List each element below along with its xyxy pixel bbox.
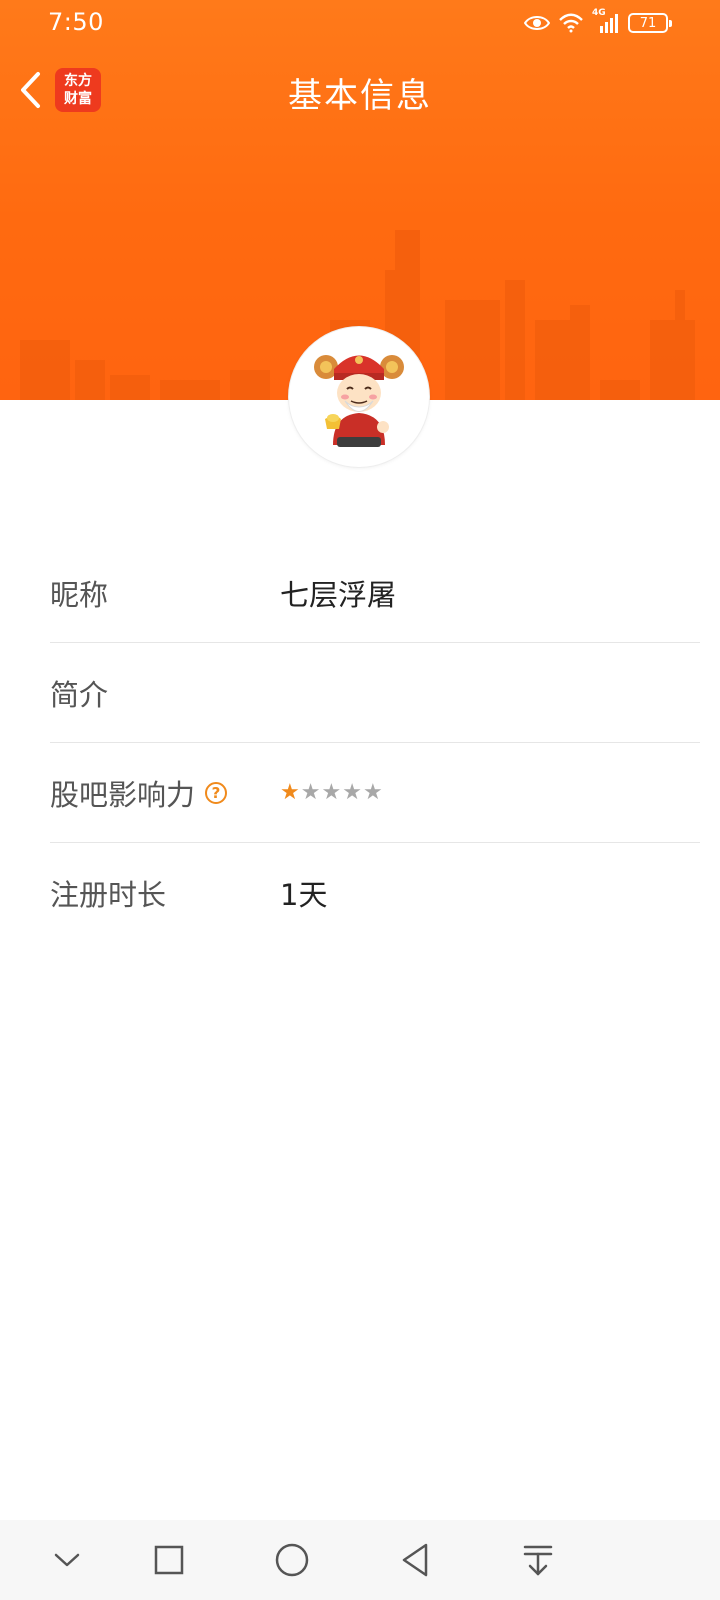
star-empty-icon: ★ — [300, 780, 322, 805]
info-row-intro[interactable]: 简介 — [50, 643, 700, 743]
info-row-nickname[interactable]: 昵称 七层浮屠 — [50, 543, 700, 643]
star-empty-icon: ★ — [321, 780, 343, 805]
collapse-nav-button[interactable] — [45, 1538, 89, 1582]
influence-stars: ★ ★ ★ ★ ★ — [280, 780, 384, 805]
triangle-back-icon — [402, 1543, 428, 1577]
influence-label-wrap: 股吧影响力 ? — [50, 772, 280, 814]
signal-icon: 4G — [592, 8, 620, 34]
nickname-value: 七层浮屠 — [280, 577, 397, 612]
eye-icon — [524, 16, 550, 30]
nickname-label: 昵称 — [50, 577, 109, 612]
back-nav-button[interactable] — [393, 1538, 437, 1582]
status-time: 7:50 — [48, 8, 104, 36]
status-bar: 7:50 4G 71 — [0, 0, 720, 46]
intro-label: 简介 — [50, 677, 109, 712]
star-empty-icon: ★ — [342, 780, 363, 805]
registration-value: 1天 — [280, 877, 328, 912]
notification-pull-button[interactable] — [516, 1538, 560, 1582]
status-icons: 4G 71 — [524, 8, 672, 36]
square-icon — [154, 1545, 184, 1575]
registration-label: 注册时长 — [50, 877, 167, 912]
info-list: 昵称 七层浮屠 简介 股吧影响力 ? ★ ★ ★ ★ ★ 注册时长 1天 — [50, 543, 700, 942]
info-row-registration: 注册时长 1天 — [50, 843, 700, 942]
title-bar: 东方 财富 基本信息 — [0, 58, 720, 122]
info-row-influence: 股吧影响力 ? ★ ★ ★ ★ ★ — [50, 743, 700, 843]
home-button[interactable] — [270, 1538, 314, 1582]
wifi-icon — [559, 13, 583, 33]
avatar[interactable] — [289, 327, 429, 467]
circle-icon — [275, 1543, 309, 1577]
battery-icon: 71 — [628, 13, 672, 33]
influence-label: 股吧影响力 — [50, 777, 196, 812]
recents-button[interactable] — [147, 1538, 191, 1582]
question-circle-icon[interactable]: ? — [205, 781, 228, 804]
star-empty-icon: ★ — [362, 780, 384, 805]
star-filled-icon: ★ — [280, 780, 301, 805]
page-title: 基本信息 — [288, 76, 432, 116]
battery-level: 71 — [639, 15, 657, 31]
download-icon — [523, 1545, 553, 1576]
navigation-bar — [0, 1520, 720, 1600]
god-of-wealth-avatar — [314, 355, 404, 447]
chevron-down-icon — [54, 1553, 80, 1567]
